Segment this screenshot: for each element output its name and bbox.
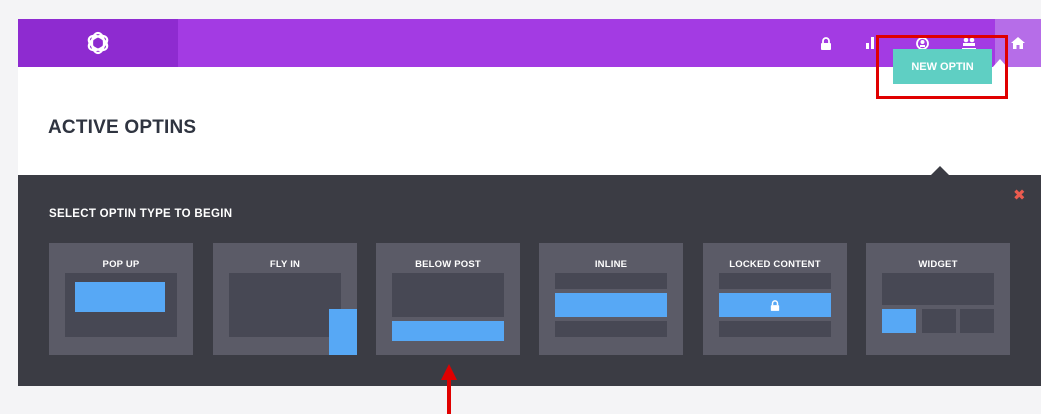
preview-below-post (392, 321, 504, 341)
lock-icon (770, 299, 780, 311)
preview-inline (555, 293, 667, 317)
bloom-logo-icon (87, 31, 109, 55)
lock-icon (821, 36, 831, 50)
preview-widget-slot (922, 309, 956, 333)
card-label: WIDGET (918, 259, 958, 270)
preview-text-bottom (555, 321, 667, 337)
page-frame: ACTIVE OPTINS NEW OPTIN ✖ SELECT OPTIN T… (0, 0, 1041, 414)
preview-popup (75, 282, 165, 312)
home-icon (1011, 37, 1025, 49)
optin-card-locked-content[interactable]: LOCKED CONTENT (703, 243, 847, 355)
new-optin-button[interactable]: NEW OPTIN (893, 49, 992, 84)
page-title: ACTIVE OPTINS (48, 117, 197, 138)
optin-card-pop-up[interactable]: POP UP (49, 243, 193, 355)
preview-content (882, 273, 994, 305)
preview-locked (719, 293, 831, 317)
card-label: FLY IN (269, 259, 301, 270)
panel-label: SELECT OPTIN TYPE TO BEGIN (49, 208, 233, 220)
optin-card-below-post[interactable]: BELOW POST (376, 243, 520, 355)
panel-notch (931, 166, 949, 175)
optin-card-fly-in[interactable]: FLY IN (213, 243, 357, 355)
preview-widget-slot (960, 309, 994, 333)
close-icon[interactable]: ✖ (1013, 188, 1026, 203)
card-label: INLINE (594, 259, 628, 270)
optin-card-inline[interactable]: INLINE (539, 243, 683, 355)
card-label: POP UP (102, 259, 140, 270)
logo[interactable] (18, 19, 178, 67)
optin-card-widget[interactable]: WIDGET (866, 243, 1010, 355)
preview-text-bottom (719, 321, 831, 337)
nav-lock[interactable] (810, 19, 842, 67)
optin-type-panel: ✖ SELECT OPTIN TYPE TO BEGIN POP UP FLY … (18, 175, 1041, 386)
preview-flyin (329, 309, 357, 355)
preview-post (392, 273, 504, 317)
preview-text-top (719, 273, 831, 289)
annotation-arrow (447, 378, 451, 414)
preview-widget (882, 309, 916, 333)
preview-page (229, 273, 341, 337)
card-label: LOCKED CONTENT (729, 259, 821, 270)
preview-text-top (555, 273, 667, 289)
card-label: BELOW POST (415, 259, 481, 270)
